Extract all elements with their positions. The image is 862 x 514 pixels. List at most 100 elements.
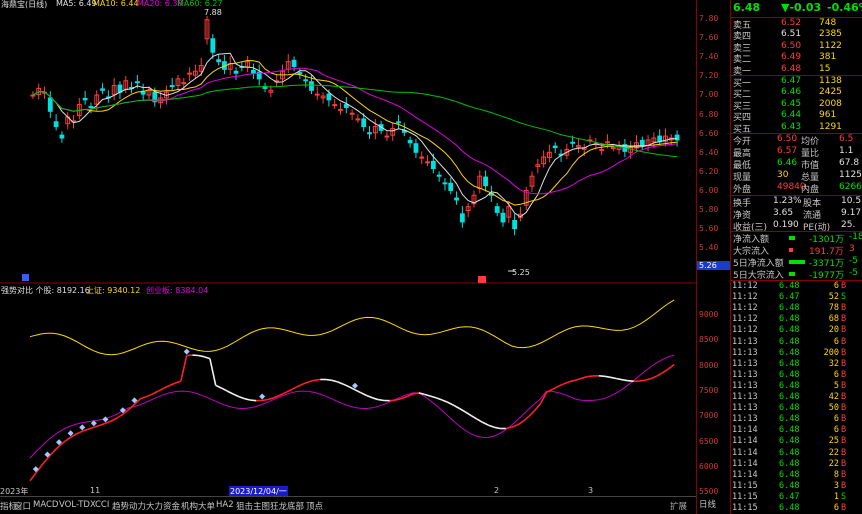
tick-direction: B: [841, 436, 847, 447]
time-label: 3: [588, 486, 594, 495]
ask-volume: 748: [819, 18, 837, 28]
tab-dragon[interactable]: 狂龙底部: [270, 500, 304, 512]
time-label: 11: [90, 486, 101, 495]
stat-row: 最高 6.57 量比 1.1: [731, 146, 862, 159]
tab-capital[interactable]: 大力资金: [146, 500, 180, 512]
tick-direction: B: [841, 380, 847, 391]
flow-extra: 3: [849, 244, 855, 254]
tick-volume: 32: [828, 358, 839, 369]
tick-volume: 8: [833, 469, 839, 480]
tick-price: 6.48: [779, 425, 800, 436]
strength-line: [616, 377, 623, 381]
tick-time: 11:13: [732, 358, 758, 369]
diamond-marker: [183, 348, 190, 355]
strength-line: [244, 397, 251, 401]
bid-volume: 1138: [819, 76, 842, 86]
stat-value: 6.46: [777, 158, 798, 168]
price-tick: 6.80: [699, 109, 719, 119]
tab-top[interactable]: 顶点: [306, 500, 323, 512]
tick-direction: B: [841, 425, 847, 436]
bid-price: 6.44: [781, 110, 802, 121]
tab-macd[interactable]: MACD: [33, 500, 58, 510]
ask-price: 6.48: [781, 63, 802, 74]
candle-body: [181, 82, 187, 85]
tick-volume: 200: [823, 347, 839, 358]
tick-direction: B: [841, 414, 847, 425]
tick-volume: 25: [828, 436, 839, 447]
tick-time: 11:15: [732, 480, 758, 491]
tick-price: 6.48: [779, 303, 800, 314]
ask-row: 卖四 6.51 2385: [731, 29, 862, 42]
tab-extend[interactable]: 扩展: [670, 500, 687, 512]
bid-price: 6.45: [781, 98, 802, 109]
strength-line: [250, 399, 257, 402]
quote-header: 6.48 ▼-0.03 -0.46%: [731, 1, 862, 17]
ask-price: 6.50: [781, 40, 802, 51]
tick-price: 6.48: [779, 380, 800, 391]
candle-body: [303, 79, 309, 82]
flow-bar: [789, 236, 795, 240]
candle-body: [314, 93, 320, 96]
price-tick: 6.40: [699, 147, 719, 157]
tick-volume: 6: [833, 503, 839, 513]
indicator-tick: 7000: [699, 411, 719, 421]
tick-price: 6.48: [779, 325, 800, 336]
candle-body: [367, 132, 372, 135]
strength-line: [52, 445, 60, 453]
tick-row: 11:13 6.48 32 B: [731, 359, 862, 370]
tab-sniper[interactable]: 狙击主图: [236, 500, 270, 512]
strength-line: [308, 379, 315, 383]
strength-line: [528, 409, 536, 417]
tab-ha2[interactable]: HA2: [216, 500, 234, 510]
tick-time: 11:12: [732, 292, 758, 303]
indicator-tick: 8000: [699, 360, 719, 370]
candle-body: [326, 93, 332, 101]
strength-line: [494, 426, 501, 430]
strength-line: [412, 392, 419, 395]
strength-line: [557, 383, 565, 388]
stat-value: 1.1: [839, 146, 854, 156]
tab-cci[interactable]: CCI: [95, 500, 109, 510]
tick-row: 11:12 6.48 78 B: [731, 303, 862, 314]
strength-line: [267, 397, 275, 401]
candle-body: [454, 197, 459, 201]
tick-row: 11:13 6.48 5 B: [731, 381, 862, 392]
tick-price: 6.48: [779, 347, 800, 358]
candle-body: [47, 97, 53, 112]
strength-line: [662, 368, 669, 374]
tick-price: 6.47: [779, 292, 800, 303]
tab-daily[interactable]: 日线: [699, 498, 716, 510]
time-axis: 2023年 11 2023/12/04/一 2 3: [0, 486, 696, 497]
kline-chart[interactable]: [0, 0, 696, 514]
tick-row: 11:12 6.48 68 B: [731, 314, 862, 325]
strength-line: [511, 424, 518, 429]
tick-row: 11:14 6.48 6 B: [731, 425, 862, 436]
indicator-tick: 6500: [699, 436, 719, 446]
stock-title: 海鼎宝(日线): [1, 0, 48, 9]
candle-body: [570, 141, 576, 144]
tick-time: 11:13: [732, 403, 758, 414]
strength-line: [534, 402, 542, 411]
tick-row: 11:14 6.48 22 B: [731, 459, 862, 470]
tab-inst[interactable]: 机构大单: [181, 500, 215, 512]
tab-window[interactable]: 窗口: [14, 500, 31, 512]
bid-volume: 1291: [819, 121, 842, 132]
candle-body: [82, 97, 88, 101]
chart-area[interactable]: 海鼎宝(日线) MA5: 6.49 MA10: 6.44 MA20: 6.38 …: [0, 0, 696, 514]
candle-body: [425, 161, 430, 164]
strength-line: [598, 375, 605, 378]
strength-line: [203, 355, 211, 360]
price-tick: 6.60: [699, 128, 719, 138]
bid-row: 买五 6.43 1291: [731, 121, 862, 135]
strength-line: [459, 407, 466, 413]
tick-volume: 52: [828, 292, 839, 303]
candle-body: [53, 121, 59, 128]
tick-row: 11:13 6.48 50 B: [731, 403, 862, 414]
tab-trend[interactable]: 趋势动力: [112, 500, 146, 512]
tab-vol[interactable]: VOL-TDX: [59, 500, 96, 510]
strength-line: [116, 413, 124, 419]
stat-row: 换手 1.23% 股本 10.5: [731, 196, 862, 209]
stat-value: 11250: [839, 170, 862, 180]
candle-body: [448, 182, 454, 191]
stat-value: 1.23%: [773, 196, 802, 206]
